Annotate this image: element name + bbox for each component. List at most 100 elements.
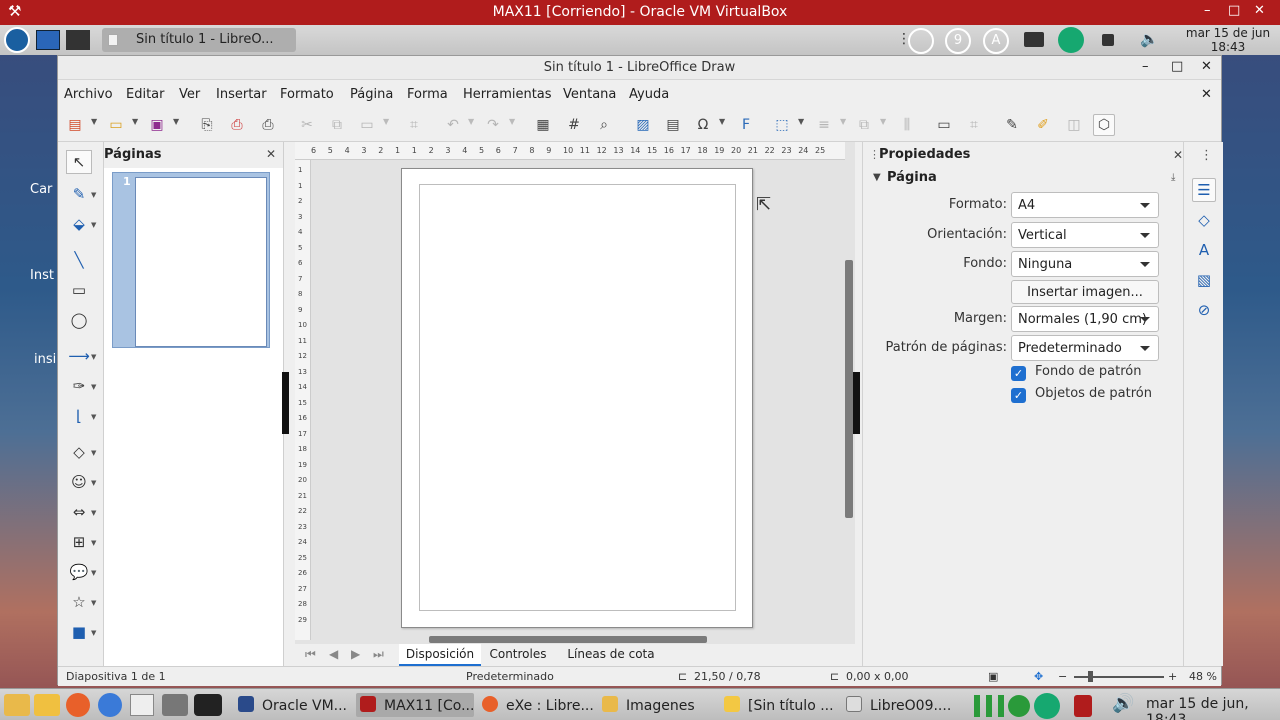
print-icon[interactable]: ⎙ [257,114,279,136]
master-page-status[interactable]: Predeterminado [466,670,554,683]
copy-icon[interactable]: ⧉ [326,114,348,136]
taskbar-clock[interactable]: mar 15 de jun, 18:43 [1146,696,1280,720]
glue-points-icon[interactable]: ✐ [1032,114,1054,136]
chevron-down-icon[interactable]: ▼ [91,449,96,457]
drawing-page[interactable] [401,168,753,628]
page-thumbnail[interactable]: 1 [112,172,270,348]
insert-textbox-icon[interactable]: ▤ [662,114,684,136]
toggle-extrusion-icon[interactable]: ◫ [1063,114,1085,136]
rectangle-tool-icon[interactable]: ▭ [66,278,92,302]
new-document-icon[interactable]: ▤ [64,114,86,136]
properties-close-button[interactable]: ✕ [1173,148,1183,162]
battery-icon[interactable] [1074,695,1092,717]
maximize-button[interactable]: □ [1171,59,1183,74]
chevron-down-icon[interactable]: ▼ [873,172,881,183]
connector-icon[interactable]: ⌊ [66,404,92,428]
desktop-icon-label[interactable]: insi [34,352,56,367]
open-folder-icon[interactable]: ▭ [105,114,127,136]
pages-panel-close-button[interactable]: ✕ [266,147,276,161]
crop-icon[interactable]: ⌗ [963,114,985,136]
styles-deck-icon[interactable]: A [1192,238,1216,262]
master-background-checkbox[interactable]: ✓ [1011,366,1026,381]
next-tab-icon[interactable]: ▶ [351,647,360,661]
menu-herramientas[interactable]: Herramientas [463,87,552,102]
grid-display-icon[interactable]: ▦ [532,114,554,136]
properties-deck-icon[interactable]: ☰ [1192,178,1216,202]
flowchart-icon[interactable]: ⊞ [66,530,92,554]
network-icon[interactable] [1034,693,1060,719]
desktop-icon-label[interactable]: Inst [30,268,54,283]
media-icon[interactable] [194,694,222,716]
fit-page-icon[interactable]: ✥ [1034,670,1043,683]
menu-insertar[interactable]: Insertar [216,87,267,102]
zoom-icon[interactable]: ⌕ [593,114,615,136]
menu-pagina[interactable]: Página [350,87,393,102]
desktop-icon-label[interactable]: Car [30,182,52,197]
arrange-icon[interactable]: ⧉ [853,114,875,136]
vbox-maximize-button[interactable]: □ [1228,3,1240,18]
chevron-down-icon[interactable]: ▼ [719,117,725,126]
background-select[interactable]: Ninguna [1011,251,1159,277]
orientation-select[interactable]: Vertical [1011,222,1159,248]
stars-icon[interactable]: ☆ [66,590,92,614]
tray-info-icon[interactable] [908,28,934,54]
special-character-icon[interactable]: Ω [692,114,714,136]
tray-keyboard-icon[interactable]: A [983,28,1009,54]
vbox-minimize-button[interactable]: – [1204,3,1211,18]
volume-icon[interactable]: 🔊 [1112,693,1134,714]
tray-display-icon[interactable] [1024,32,1044,47]
chevron-down-icon[interactable]: ▼ [91,539,96,547]
minimize-button[interactable]: – [1142,59,1149,74]
chevron-down-icon[interactable]: ▼ [91,117,97,126]
shadow-icon[interactable]: ▭ [933,114,955,136]
chevron-down-icon[interactable]: ▼ [173,117,179,126]
tray-volume-icon[interactable]: 🔈 [1140,30,1159,48]
block-arrows-icon[interactable]: ⇔ [66,500,92,524]
collapse-pages-panel-handle[interactable] [282,372,289,434]
zoom-status[interactable]: 48 % [1189,670,1217,683]
chevron-down-icon[interactable]: ▼ [91,569,96,577]
tab-controles[interactable]: Controles [485,647,551,661]
fill-color-icon[interactable]: ⬙ [66,212,92,236]
tab-lineas-de-cota[interactable]: Líneas de cota [561,647,661,661]
menu-ayuda[interactable]: Ayuda [629,87,669,102]
chevron-down-icon[interactable]: ▼ [468,117,474,126]
clone-formatting-icon[interactable]: ⌗ [403,114,425,136]
text-editor-icon[interactable] [130,694,154,716]
show-desktop-icon[interactable] [36,30,60,50]
last-tab-icon[interactable]: ⏭ [373,647,384,662]
align-icon[interactable]: ≡ [813,114,835,136]
transformations-icon[interactable]: ⬚ [771,114,793,136]
vertical-scrollbar[interactable] [845,260,853,518]
menu-forma[interactable]: Forma [407,87,448,102]
terminal-icon[interactable] [66,30,90,50]
sidebar-menu-icon[interactable]: ⋮ [1200,148,1213,163]
navigator-deck-icon[interactable]: ⊘ [1192,298,1216,322]
vbox-close-button[interactable]: ✕ [1254,3,1265,18]
tray-count-icon[interactable]: 9 [945,28,971,54]
zoom-in-button[interactable]: + [1168,670,1177,683]
save-icon[interactable]: ▣ [146,114,168,136]
format-select[interactable]: A4 [1011,192,1159,218]
select-arrow-icon[interactable]: ↖ [66,150,92,174]
chevron-down-icon[interactable]: ▼ [91,191,96,199]
save-status-icon[interactable]: ▣ [988,670,998,683]
taskbar-item[interactable]: Oracle VM... [238,693,350,717]
taskbar-item[interactable]: Imagenes [602,693,702,717]
drawing-canvas[interactable]: 6 5 4 3 2 1 1 2 3 4 5 6 7 8 9 10 11 12 13 14 15 16 17 18 19 20 21 2… [295,142,855,666]
line-color-icon[interactable]: ✎ [66,182,92,206]
chevron-down-icon[interactable]: ▼ [509,117,515,126]
panel-clock[interactable]: mar 15 de jun 18:43 [1178,26,1278,54]
taskbar-item[interactable]: LibreO09.... [846,693,958,717]
tray-battery-icon[interactable] [1102,34,1114,46]
paste-icon[interactable]: ▭ [356,114,378,136]
signal-bars-icon[interactable] [974,695,1004,717]
points-icon[interactable]: ✎ [1001,114,1023,136]
launcher-icon[interactable] [4,694,30,716]
section-pagina[interactable]: Página [887,170,937,185]
chevron-down-icon[interactable]: ▼ [91,413,96,421]
menu-formato[interactable]: Formato [280,87,334,102]
chevron-down-icon[interactable]: ▼ [91,353,96,361]
symbol-shapes-icon[interactable]: ☺ [66,470,92,494]
insert-image-icon[interactable]: ▨ [632,114,654,136]
